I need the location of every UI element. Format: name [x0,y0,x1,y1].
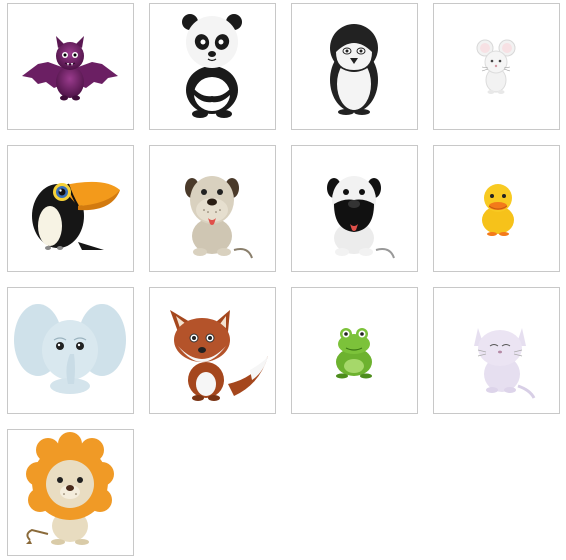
tile-lion[interactable] [7,429,134,556]
tile-panda[interactable] [149,3,276,130]
tile-duck[interactable] [433,145,560,272]
toucan-icon [32,181,120,250]
bat-icon [22,36,118,101]
pug-icon [327,176,395,259]
tile-cat[interactable] [433,287,560,414]
fox-icon [170,310,268,401]
tile-toucan[interactable] [7,145,134,272]
animal-icon-gallery [0,0,566,560]
cat-icon [474,328,536,399]
panda-icon [182,14,242,118]
tile-bat[interactable] [7,3,134,130]
tile-elephant[interactable] [7,287,134,414]
duck-icon [482,184,514,236]
tile-fox[interactable] [149,287,276,414]
elephant-icon [14,304,126,394]
tile-mouse[interactable] [433,3,560,130]
lion-icon [26,432,114,545]
dog-icon [185,176,253,259]
penguin-icon [330,24,378,115]
frog-icon [336,328,372,379]
mouse-icon [476,39,516,94]
tile-penguin[interactable] [291,3,418,130]
tile-pug[interactable] [291,145,418,272]
tile-frog[interactable] [291,287,418,414]
tile-dog[interactable] [149,145,276,272]
